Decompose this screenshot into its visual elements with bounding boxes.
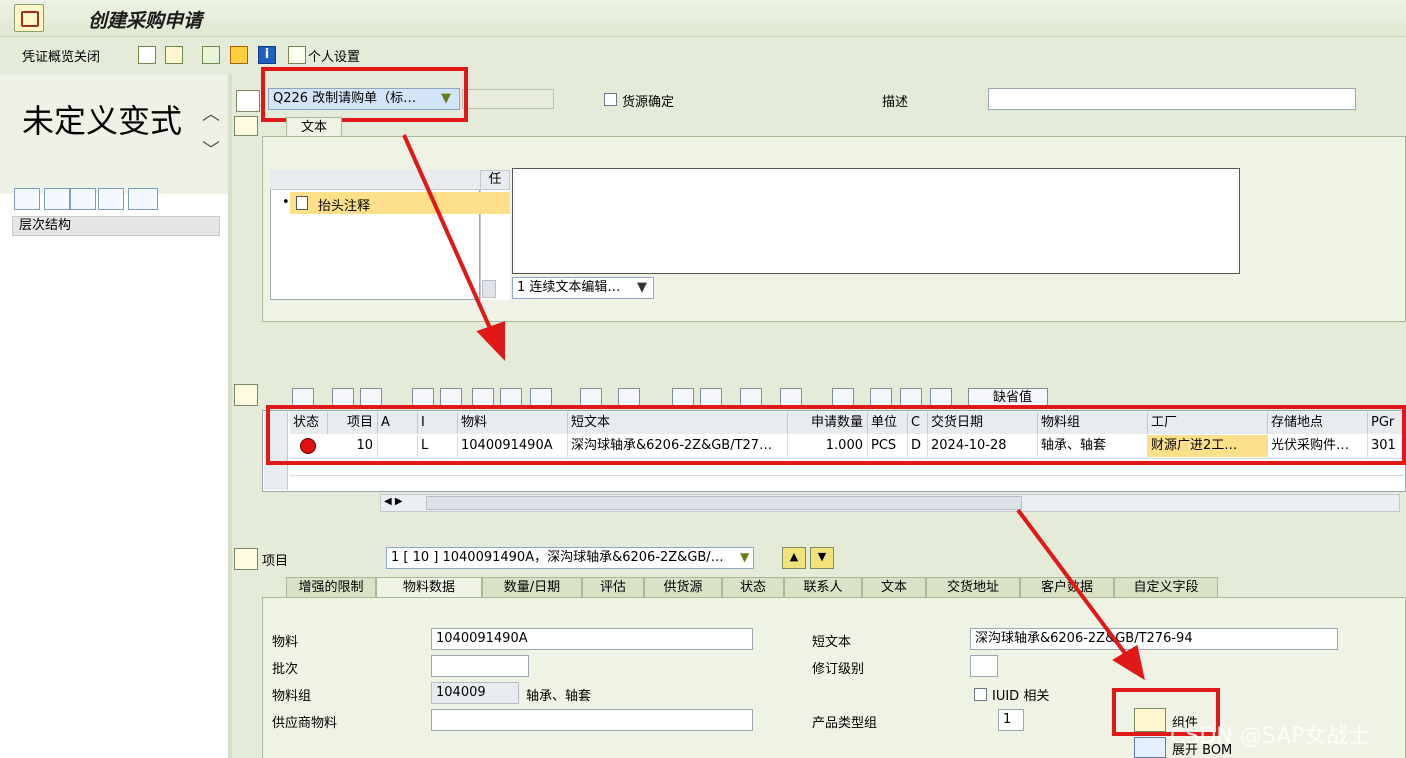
arrow-line-2: [1016, 508, 1132, 662]
arrow-head-1: [476, 321, 505, 361]
arrow-head-2: [1112, 644, 1145, 681]
arrow-line-1: [402, 134, 495, 336]
annotation-arrows: [402, 134, 1145, 681]
